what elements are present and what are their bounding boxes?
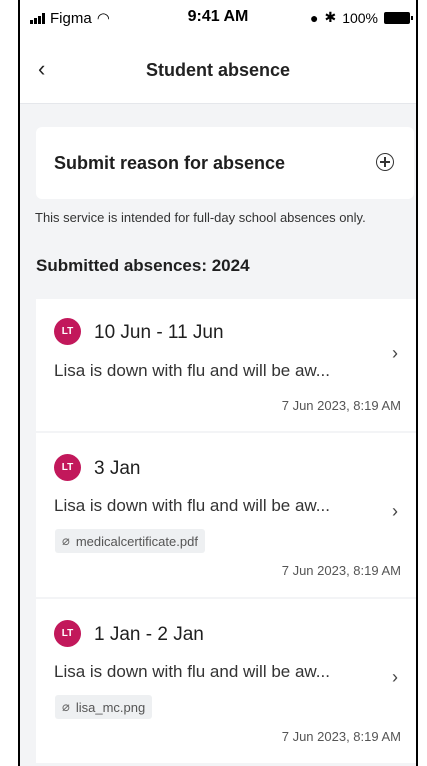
absence-card[interactable]: LT 1 Jan - 2 Jan Lisa is down with flu a… — [36, 599, 416, 763]
service-notice: This service is intended for full-day sc… — [35, 210, 366, 225]
avatar: LT — [54, 454, 81, 481]
battery-icon — [384, 11, 413, 24]
nav-bar: ‹ Student absence — [20, 38, 416, 104]
chevron-right-icon: › — [392, 343, 398, 363]
absence-reason: Lisa is down with flu and will be aw... — [54, 361, 330, 380]
status-right: ● ✱ 100% — [309, 9, 413, 26]
absence-card[interactable]: LT 3 Jan Lisa is down with flu and will … — [36, 433, 416, 597]
avatar: LT — [54, 318, 81, 345]
chevron-right-icon: › — [392, 667, 398, 687]
absence-card[interactable]: LT 10 Jun - 11 Jun Lisa is down with flu… — [36, 299, 416, 431]
chevron-right-icon: › — [392, 501, 398, 521]
submitted-absences-heading: Submitted absences: 2024 — [36, 256, 250, 275]
attachment-chip[interactable]: ⌀ medicalcertificate.pdf — [55, 529, 205, 553]
attachment-chip[interactable]: ⌀ lisa_mc.png — [55, 695, 153, 719]
alarm-icon: ● — [309, 9, 319, 26]
submit-reason-label: Submit reason for absence — [54, 153, 286, 173]
submitted-timestamp: 7 Jun 2023, 8:19 AM — [281, 729, 401, 744]
attachment-filename: medicalcertificate.pdf — [75, 533, 198, 549]
submit-reason-button[interactable]: Submit reason for absence — [36, 127, 414, 199]
absence-reason: Lisa is down with flu and will be aw... — [54, 662, 330, 681]
plus-circle-icon — [376, 153, 394, 171]
attachment-filename: lisa_mc.png — [75, 699, 146, 715]
bluetooth-icon: ✱ — [324, 9, 337, 25]
absence-dates: 10 Jun - 11 Jun — [94, 322, 224, 343]
absence-dates: 3 Jan — [94, 458, 141, 479]
submitted-timestamp: 7 Jun 2023, 8:19 AM — [281, 398, 401, 413]
avatar: LT — [54, 620, 81, 647]
absence-dates: 1 Jan - 2 Jan — [94, 624, 204, 645]
paperclip-icon: ⌀ — [62, 699, 70, 714]
app-screen: Figma ◠ 9:41 AM ● ✱ 100% ‹ Student absen… — [18, 0, 418, 766]
absence-reason: Lisa is down with flu and will be aw... — [54, 496, 330, 515]
submitted-timestamp: 7 Jun 2023, 8:19 AM — [281, 563, 401, 578]
paperclip-icon: ⌀ — [62, 533, 70, 548]
status-bar: Figma ◠ 9:41 AM ● ✱ 100% — [20, 0, 416, 38]
page-title: Student absence — [145, 60, 291, 80]
battery-percent: 100% — [342, 9, 378, 26]
